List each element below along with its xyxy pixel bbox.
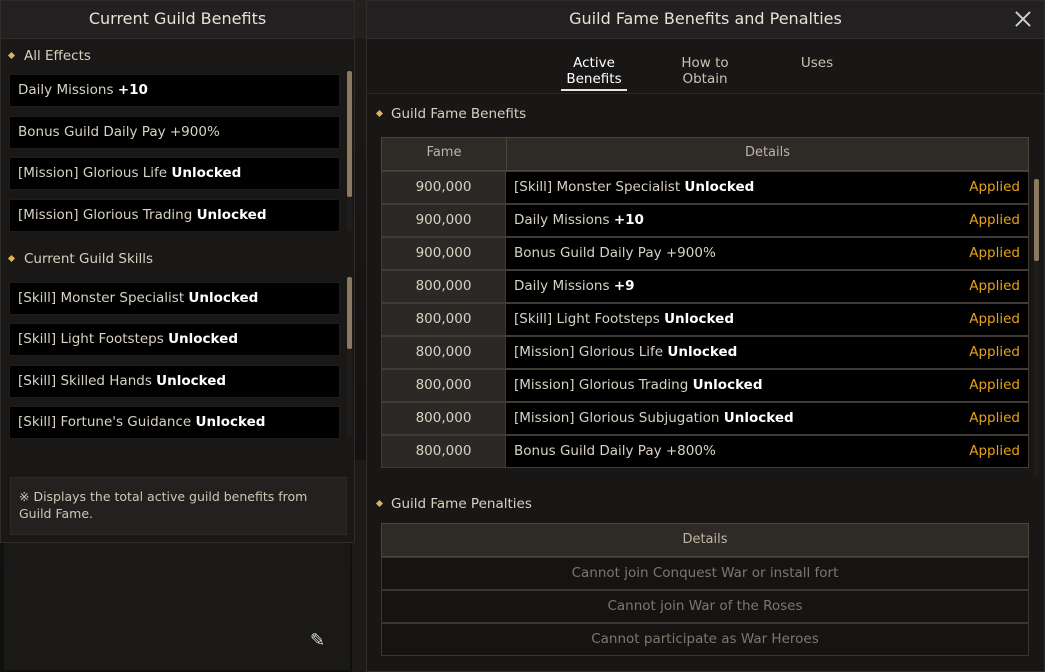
- current-guild-benefits-panel: Current Guild Benefits All Effects Daily…: [0, 0, 355, 543]
- tab-uses[interactable]: Uses: [795, 55, 839, 91]
- status-applied: Applied: [969, 278, 1020, 294]
- table-row: 900,000 [Skill] Monster Specialist Unloc…: [381, 171, 1029, 204]
- table-row: 800,000 Daily Missions +9 Applied: [381, 270, 1029, 303]
- fame-value: 800,000: [381, 303, 506, 336]
- fame-value: 800,000: [381, 435, 506, 468]
- status-applied: Applied: [969, 344, 1020, 360]
- status-applied: Applied: [969, 212, 1020, 228]
- window-title: Guild Fame Benefits and Penalties: [367, 1, 1044, 39]
- fame-penalties-heading: Guild Fame Penalties: [375, 496, 532, 512]
- status-applied: Applied: [969, 377, 1020, 393]
- tab-how-to-obtain[interactable]: How to Obtain: [657, 55, 753, 91]
- tab-bar: Active Benefits How to Obtain Uses: [367, 41, 1044, 93]
- tab-active-benefits[interactable]: Active Benefits: [561, 55, 627, 91]
- status-applied: Applied: [969, 410, 1020, 426]
- effect-item: Daily Missions +10: [9, 74, 340, 107]
- skill-item: [Skill] Light Footsteps Unlocked: [9, 323, 340, 356]
- status-applied: Applied: [969, 443, 1020, 459]
- table-row: 800,000 [Mission] Glorious Life Unlocked…: [381, 336, 1029, 369]
- fame-value: 900,000: [381, 237, 506, 270]
- fame-value: 800,000: [381, 402, 506, 435]
- diamond-bullet-icon: [7, 51, 16, 59]
- pencil-edit-icon[interactable]: ✎: [310, 630, 332, 652]
- benefits-table-header: Fame Details: [381, 137, 1029, 171]
- fame-value: 800,000: [381, 369, 506, 402]
- penalty-row: Cannot join Conquest War or install fort: [381, 557, 1029, 590]
- panel-title: Current Guild Benefits: [1, 1, 354, 39]
- diamond-bullet-icon: [375, 109, 384, 117]
- penalties-header-details: Details: [381, 523, 1029, 557]
- tab-divider: [367, 93, 1044, 94]
- status-applied: Applied: [969, 179, 1020, 195]
- benefit-details: [Skill] Light Footsteps Unlocked Applied: [506, 303, 1029, 336]
- penalty-row: Cannot join War of the Roses: [381, 590, 1029, 623]
- effect-item: Bonus Guild Daily Pay +900%: [9, 116, 340, 149]
- fame-value: 900,000: [381, 204, 506, 237]
- effect-item: [Mission] Glorious Trading Unlocked: [9, 199, 340, 232]
- benefits-table: Fame Details 900,000 [Skill] Monster Spe…: [381, 137, 1029, 477]
- table-row: 800,000 [Mission] Glorious Subjugation U…: [381, 402, 1029, 435]
- guild-skills-heading: Current Guild Skills: [7, 251, 153, 267]
- diamond-bullet-icon: [7, 254, 16, 262]
- benefits-scrollbar[interactable]: [1034, 179, 1039, 477]
- status-applied: Applied: [969, 311, 1020, 327]
- penalty-row: Cannot participate as War Heroes: [381, 623, 1029, 656]
- fame-value: 800,000: [381, 336, 506, 369]
- skill-item: [Skill] Fortune's Guidance Unlocked: [9, 406, 340, 439]
- window-title-text: Guild Fame Benefits and Penalties: [569, 9, 842, 28]
- close-icon[interactable]: [1014, 10, 1032, 28]
- benefit-details: [Skill] Monster Specialist Unlocked Appli…: [506, 171, 1029, 204]
- table-row: 800,000 [Mission] Glorious Trading Unloc…: [381, 369, 1029, 402]
- all-effects-heading: All Effects: [7, 48, 91, 64]
- skills-scrollbar[interactable]: [347, 277, 352, 437]
- benefit-details: Bonus Guild Daily Pay +800% Applied: [506, 435, 1029, 468]
- scrollbar-thumb[interactable]: [1034, 179, 1039, 261]
- notice-box: ※ Displays the total active guild benefi…: [10, 477, 347, 535]
- benefit-details: [Mission] Glorious Life Unlocked Applied: [506, 336, 1029, 369]
- benefit-details: Bonus Guild Daily Pay +900% Applied: [506, 237, 1029, 270]
- table-row: 900,000 Daily Missions +10 Applied: [381, 204, 1029, 237]
- fame-benefits-penalties-window: Guild Fame Benefits and Penalties Active…: [366, 0, 1045, 672]
- fame-benefits-heading: Guild Fame Benefits: [375, 106, 526, 122]
- status-applied: Applied: [969, 245, 1020, 261]
- fame-value: 900,000: [381, 171, 506, 204]
- benefit-details: [Mission] Glorious Trading Unlocked Appli…: [506, 369, 1029, 402]
- table-row: 900,000 Bonus Guild Daily Pay +900% Appli…: [381, 237, 1029, 270]
- fame-value: 800,000: [381, 270, 506, 303]
- column-header-details: Details: [744, 145, 791, 160]
- skill-item: [Skill] Monster Specialist Unlocked: [9, 282, 340, 315]
- benefit-details: Daily Missions +10 Applied: [506, 204, 1029, 237]
- effect-item: [Mission] Glorious Life Unlocked: [9, 157, 340, 190]
- scrollbar-thumb[interactable]: [347, 277, 352, 349]
- scrollbar-thumb[interactable]: [347, 71, 352, 197]
- benefit-details: Daily Missions +9 Applied: [506, 270, 1029, 303]
- table-row: 800,000 Bonus Guild Daily Pay +800% Appli…: [381, 435, 1029, 468]
- column-header-fame: Fame: [426, 145, 462, 160]
- skill-item: [Skill] Skilled Hands Unlocked: [9, 365, 340, 398]
- benefit-details: [Mission] Glorious Subjugation Unlocked A…: [506, 402, 1029, 435]
- diamond-bullet-icon: [375, 499, 384, 507]
- effects-scrollbar[interactable]: [347, 71, 352, 231]
- table-row: 800,000 [Skill] Light Footsteps Unlocked…: [381, 303, 1029, 336]
